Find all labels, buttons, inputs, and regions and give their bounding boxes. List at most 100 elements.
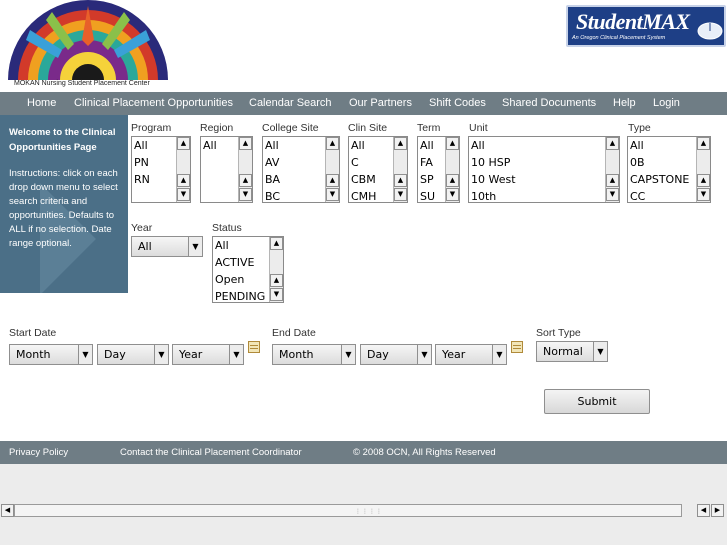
list-option[interactable]: 10 HSP: [469, 154, 619, 171]
start-month-select[interactable]: Month ▼: [9, 344, 93, 365]
end-month-select[interactable]: Month ▼: [272, 344, 356, 365]
term-scrollbar[interactable]: ▲ ▲ ▼: [445, 137, 459, 202]
chevron-down-icon[interactable]: ▼: [417, 345, 431, 364]
list-option[interactable]: 10 West: [469, 171, 619, 188]
chevron-down-icon[interactable]: ▼: [78, 345, 92, 364]
horizontal-scrollbar[interactable]: ◀ ⋮⋮⋮⋮ ◀ ▶: [0, 503, 727, 518]
scroll-up-icon[interactable]: ▲: [326, 174, 339, 187]
scroll-up-icon[interactable]: ▲: [270, 274, 283, 287]
submit-button[interactable]: Submit: [544, 389, 650, 414]
nav-our-partners[interactable]: Our Partners: [349, 97, 412, 109]
sort-type-select[interactable]: Normal ▼: [536, 341, 608, 362]
end-day-select[interactable]: Day ▼: [360, 344, 432, 365]
scroll-right-icon[interactable]: ▶: [711, 504, 724, 517]
nav-shift-codes[interactable]: Shift Codes: [429, 97, 486, 109]
start-day-select[interactable]: Day ▼: [97, 344, 169, 365]
clin-site-label: Clin Site: [348, 122, 388, 134]
program-listbox[interactable]: All PN RN ▲ ▲ ▼: [131, 136, 191, 203]
scroll-up-icon[interactable]: ▲: [697, 174, 710, 187]
sort-type-label: Sort Type: [536, 327, 581, 339]
scroll-down-icon[interactable]: ▼: [446, 188, 459, 201]
scroll-down-icon[interactable]: ▼: [697, 188, 710, 201]
status-label: Status: [212, 222, 242, 234]
scroll-up-icon[interactable]: ▲: [446, 137, 459, 150]
sidebar-instructions: Instructions: click on each drop down me…: [9, 168, 118, 249]
nav-shared-documents[interactable]: Shared Documents: [502, 97, 596, 109]
chevron-down-icon[interactable]: ▼: [593, 342, 607, 361]
scroll-up-icon[interactable]: ▲: [446, 174, 459, 187]
end-year-value: Year: [442, 348, 466, 361]
chevron-down-icon[interactable]: ▼: [492, 345, 506, 364]
studentmax-title: StudentMAX: [576, 9, 690, 34]
clin-site-listbox[interactable]: All C CBM CMH ▲ ▲ ▼: [348, 136, 408, 203]
type-scrollbar[interactable]: ▲ ▲ ▼: [696, 137, 710, 202]
year-select[interactable]: All ▼: [131, 236, 203, 257]
college-site-scrollbar[interactable]: ▲ ▲ ▼: [325, 137, 339, 202]
term-listbox[interactable]: All FA SP SU ▲ ▲ ▼: [417, 136, 460, 203]
unit-label: Unit: [469, 122, 488, 134]
nav-clinical-placement-opportunities[interactable]: Clinical Placement Opportunities: [74, 97, 233, 109]
sidebar-title: Welcome to the Clinical Opportunities Pa…: [9, 127, 116, 153]
chevron-down-icon[interactable]: ▼: [154, 345, 168, 364]
end-year-select[interactable]: Year ▼: [435, 344, 507, 365]
scroll-up-icon[interactable]: ▲: [606, 174, 619, 187]
scroll-left-icon[interactable]: ◀: [697, 504, 710, 517]
scroll-down-icon[interactable]: ▼: [270, 288, 283, 301]
calendar-icon[interactable]: [248, 341, 260, 353]
list-option[interactable]: 10th: [469, 188, 619, 202]
year-value: All: [138, 240, 152, 253]
mokan-logo[interactable]: MOKAN Nursing Student Placement Center: [0, 0, 176, 92]
scroll-up-icon[interactable]: ▲: [239, 137, 252, 150]
nav-calendar-search[interactable]: Calendar Search: [249, 97, 332, 109]
scrollbar-grip-icon: ⋮⋮⋮⋮: [355, 508, 383, 515]
scroll-down-icon[interactable]: ▼: [606, 188, 619, 201]
region-scrollbar[interactable]: ▲ ▲ ▼: [238, 137, 252, 202]
org-caption: MOKAN Nursing Student Placement Center: [14, 80, 150, 87]
chevron-down-icon[interactable]: ▼: [341, 345, 355, 364]
scroll-up-icon[interactable]: ▲: [177, 137, 190, 150]
unit-listbox[interactable]: All 10 HSP 10 West 10th ▲ ▲ ▼: [468, 136, 620, 203]
clin-site-scrollbar[interactable]: ▲ ▲ ▼: [393, 137, 407, 202]
type-listbox[interactable]: All 0B CAPSTONE CC ▲ ▲ ▼: [627, 136, 711, 203]
chevron-down-icon[interactable]: ▼: [188, 237, 202, 256]
status-scrollbar[interactable]: ▲ ▲ ▼: [269, 237, 283, 302]
calendar-icon[interactable]: [511, 341, 523, 353]
scroll-down-icon[interactable]: ▼: [394, 188, 407, 201]
scroll-up-icon[interactable]: ▲: [177, 174, 190, 187]
region-listbox[interactable]: All ▲ ▲ ▼: [200, 136, 253, 203]
scroll-down-icon[interactable]: ▼: [177, 188, 190, 201]
scroll-up-icon[interactable]: ▲: [606, 137, 619, 150]
scrollbar-thumb[interactable]: ⋮⋮⋮⋮: [14, 504, 682, 517]
region-label: Region: [200, 122, 234, 134]
start-month-value: Month: [16, 348, 51, 361]
scroll-down-icon[interactable]: ▼: [239, 188, 252, 201]
type-label: Type: [628, 122, 651, 134]
scroll-up-icon[interactable]: ▲: [270, 237, 283, 250]
program-scrollbar[interactable]: ▲ ▲ ▼: [176, 137, 190, 202]
nav-help[interactable]: Help: [613, 97, 636, 109]
scroll-up-icon[interactable]: ▲: [326, 137, 339, 150]
scroll-down-icon[interactable]: ▼: [326, 188, 339, 201]
start-day-value: Day: [104, 348, 126, 361]
footer: Privacy Policy Contact the Clinical Plac…: [0, 441, 727, 464]
scroll-left-icon[interactable]: ◀: [1, 504, 14, 517]
contact-coordinator-link[interactable]: Contact the Clinical Placement Coordinat…: [120, 447, 302, 458]
start-year-select[interactable]: Year ▼: [172, 344, 244, 365]
end-date-label: End Date: [272, 327, 316, 339]
college-site-label: College Site: [262, 122, 319, 134]
end-day-value: Day: [367, 348, 389, 361]
scroll-up-icon[interactable]: ▲: [394, 174, 407, 187]
nav-login[interactable]: Login: [653, 97, 680, 109]
sort-type-value: Normal: [543, 345, 583, 358]
nav-home[interactable]: Home: [27, 97, 56, 109]
college-site-listbox[interactable]: All AV BA BC ▲ ▲ ▼: [262, 136, 340, 203]
privacy-policy-link[interactable]: Privacy Policy: [9, 447, 68, 458]
list-option[interactable]: All: [469, 137, 619, 154]
unit-scrollbar[interactable]: ▲ ▲ ▼: [605, 137, 619, 202]
scroll-up-icon[interactable]: ▲: [394, 137, 407, 150]
scroll-up-icon[interactable]: ▲: [239, 174, 252, 187]
chevron-down-icon[interactable]: ▼: [229, 345, 243, 364]
scroll-up-icon[interactable]: ▲: [697, 137, 710, 150]
studentmax-logo[interactable]: StudentMAX An Oregon Clinical Placement …: [566, 5, 726, 47]
status-listbox[interactable]: All ACTIVE Open PENDING ▲ ▲ ▼: [212, 236, 284, 303]
